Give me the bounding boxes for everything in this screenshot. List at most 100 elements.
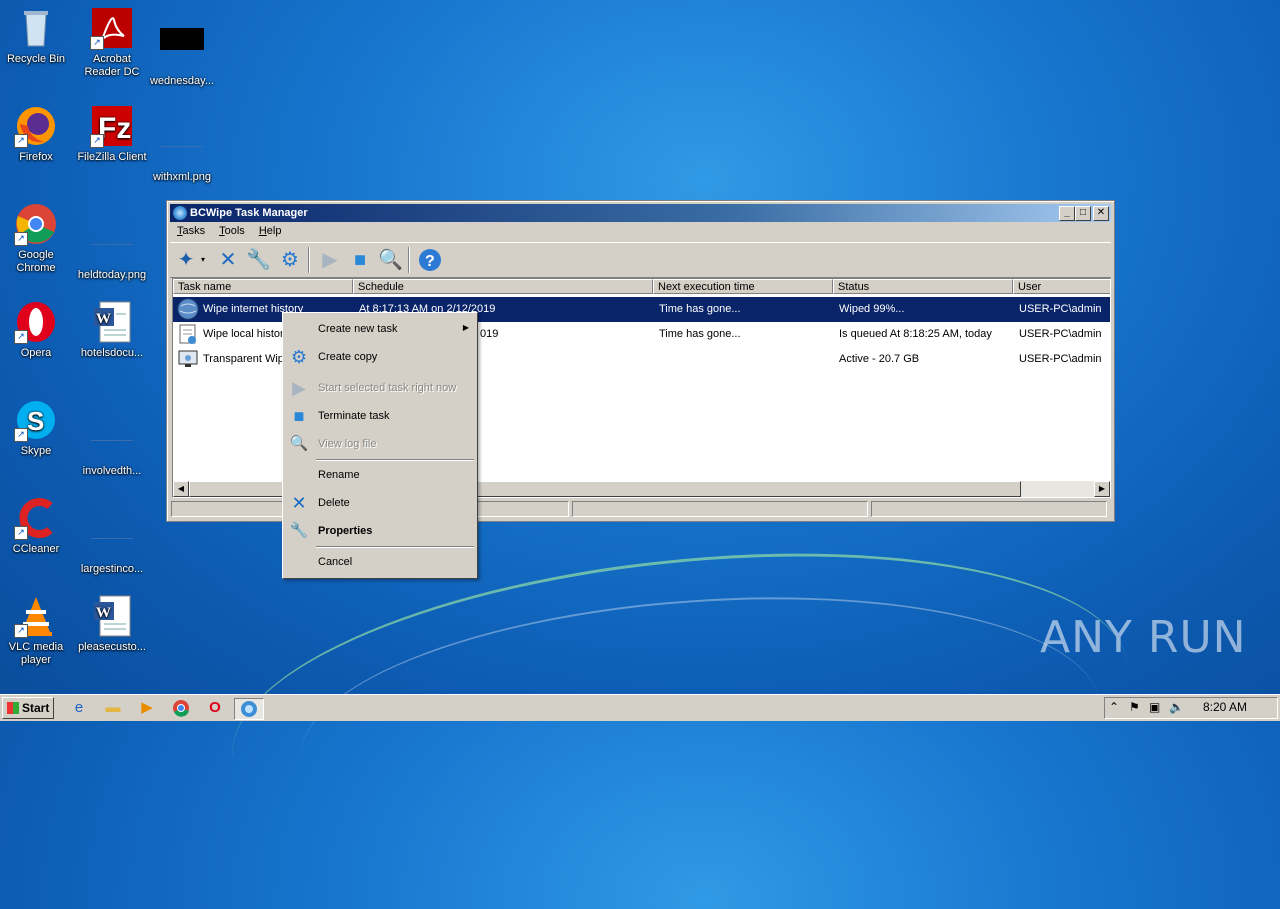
menu-item-start-task[interactable]: ▶ Start selected task right now [285, 376, 475, 400]
settings-gear-button[interactable]: ⚙ [278, 248, 302, 272]
desktop-icon-acrobat[interactable]: ↗ Acrobat Reader DC [76, 6, 148, 79]
desktop-icon-label: largestinco... [80, 563, 144, 575]
stop-button[interactable]: ■ [348, 248, 372, 272]
acrobat-icon: ↗ [90, 6, 134, 50]
desktop-icon-label: Acrobat Reader DC [84, 53, 140, 78]
minimize-button[interactable]: _ [1059, 206, 1075, 221]
desktop-icon-skype[interactable]: S ↗ Skype [0, 398, 72, 458]
explorer-icon[interactable]: ▬ [102, 698, 124, 718]
ccleaner-icon: ↗ [14, 496, 58, 540]
show-hidden-icons-icon[interactable]: ⌃ [1109, 700, 1119, 714]
menu-item-cancel[interactable]: Cancel [285, 550, 475, 574]
desktop-icon-wednesday[interactable]: wednesday... [146, 6, 218, 88]
log-icon: 🔍 [289, 435, 309, 452]
desktop-icon-label: wednesday... [149, 75, 214, 87]
cell-next-execution: Time has gone... [659, 303, 741, 315]
menu-item-label: Create copy [318, 351, 378, 363]
media-player-icon[interactable]: ▶ [136, 698, 158, 718]
status-panel [871, 501, 1107, 517]
desktop-icon-recycle-bin[interactable]: Recycle Bin [0, 6, 72, 66]
cell-schedule: 019 [480, 328, 499, 340]
desktop-icon-heldtoday[interactable]: heldtoday.png [76, 202, 148, 282]
chrome-icon[interactable] [170, 698, 192, 718]
start-button[interactable]: ▶ [318, 248, 342, 272]
menu-item-rename[interactable]: Rename [285, 463, 475, 487]
new-task-dropdown-icon[interactable]: ▾ [198, 248, 208, 272]
desktop-icon-filezilla[interactable]: Fz ↗ FileZilla Client [76, 104, 148, 164]
menubar: Tasks Tools Help [170, 223, 1111, 241]
close-button[interactable]: ✕ [1093, 206, 1109, 221]
clock[interactable]: 8:20 AM [1203, 700, 1247, 714]
column-task-name[interactable]: Task name [173, 279, 353, 294]
desktop-icon-chrome[interactable]: ↗ Google Chrome [0, 202, 72, 275]
cell-status: Wiped 99%... [839, 303, 905, 315]
menu-item-create-new-task[interactable]: Create new task ▶ [285, 317, 475, 341]
system-tray: ⌃ ⚑ ▣ 🔈 8:20 AM [1104, 697, 1278, 719]
menu-item-label: Create new task [318, 323, 398, 335]
cell-next-execution: Time has gone... [659, 328, 741, 340]
bcwipe-taskbar-button[interactable] [234, 698, 264, 720]
image-file-icon [90, 222, 134, 266]
menu-item-label: Terminate task [318, 410, 390, 422]
toolbar: ✦ ▾ ✕ 🔧 ⚙ ▶ ■ 🔍 ? [170, 242, 1111, 278]
desktop-icon-label: VLC media player [8, 641, 64, 666]
menu-tasks[interactable]: Tasks [170, 223, 212, 239]
desktop-icon-ccleaner[interactable]: ↗ CCleaner [0, 496, 72, 556]
firefox-icon: ↗ [14, 104, 58, 148]
desktop-icon-label: hotelsdocu... [80, 347, 144, 359]
menu-item-terminate-task[interactable]: ■ Terminate task [285, 404, 475, 428]
window-title: BCWipe Task Manager [190, 207, 308, 219]
file-thumbnail-icon [160, 28, 204, 72]
scroll-left-arrow-icon[interactable]: ◀ [173, 481, 189, 497]
volume-icon[interactable]: 🔈 [1169, 700, 1184, 714]
action-center-flag-icon[interactable]: ⚑ [1129, 700, 1140, 714]
cell-user: USER-PC\admin [1019, 328, 1102, 340]
globe-icon [177, 298, 199, 320]
recycle-bin-icon [14, 6, 58, 50]
desktop-icon-firefox[interactable]: ↗ Firefox [0, 104, 72, 164]
window-titlebar[interactable]: BCWipe Task Manager _ □ ✕ [170, 204, 1111, 222]
desktop-icon-label: heldtoday.png [77, 269, 147, 281]
column-status[interactable]: Status [833, 279, 1013, 294]
shortcut-arrow-icon: ↗ [14, 526, 28, 540]
column-schedule[interactable]: Schedule [353, 279, 653, 294]
toolbar-separator [408, 247, 410, 273]
desktop-icon-label: withxml.png [152, 171, 212, 183]
view-log-button[interactable]: 🔍 [378, 248, 403, 272]
start-button[interactable]: Start [2, 697, 54, 719]
help-button[interactable]: ? [418, 248, 442, 272]
network-icon[interactable]: ▣ [1149, 700, 1160, 714]
desktop-icon-involvedth[interactable]: involvedth... [76, 398, 148, 478]
new-task-button[interactable]: ✦ [174, 248, 198, 272]
menu-item-delete[interactable]: ✕ Delete [285, 491, 475, 515]
properties-button[interactable]: 🔧 [246, 248, 271, 272]
desktop-icon-largestinco[interactable]: largestinco... [76, 496, 148, 576]
image-file-icon [90, 418, 134, 462]
desktop-icon-withxml[interactable]: withxml.png [146, 104, 218, 184]
desktop-icon-hotelsdocu[interactable]: W hotelsdocu... [76, 300, 148, 360]
ie-icon[interactable]: e [68, 698, 90, 718]
menu-item-label: Cancel [318, 556, 353, 568]
desktop-icon-opera[interactable]: ↗ Opera [0, 300, 72, 360]
cell-task-name: Transparent Wip [203, 353, 283, 365]
column-next-execution[interactable]: Next execution time [653, 279, 833, 294]
shortcut-arrow-icon: ↗ [14, 624, 28, 638]
desktop-icon-pleasecusto[interactable]: W pleasecusto... [76, 594, 148, 654]
status-panel [572, 501, 868, 517]
menu-help[interactable]: Help [252, 223, 289, 239]
menu-tools[interactable]: Tools [212, 223, 252, 239]
gear-icon: ⚙ [290, 347, 308, 367]
scroll-right-arrow-icon[interactable]: ▶ [1094, 481, 1110, 497]
opera-icon[interactable]: O [204, 698, 226, 718]
menu-item-view-log[interactable]: 🔍 View log file [285, 432, 475, 456]
desktop-icon-vlc[interactable]: ↗ VLC media player [0, 594, 72, 667]
maximize-button[interactable]: □ [1075, 206, 1091, 221]
svg-text:W: W [96, 311, 111, 327]
menu-item-create-copy[interactable]: ⚙ Create copy [285, 345, 475, 369]
cell-status: Is queued At 8:18:25 AM, today [839, 328, 992, 340]
monitor-icon [177, 348, 199, 370]
delete-button[interactable]: ✕ [216, 248, 240, 272]
desktop-icon-label: FileZilla Client [77, 151, 147, 163]
menu-item-properties[interactable]: 🔧 Properties [285, 519, 475, 543]
column-user[interactable]: User [1013, 279, 1110, 294]
